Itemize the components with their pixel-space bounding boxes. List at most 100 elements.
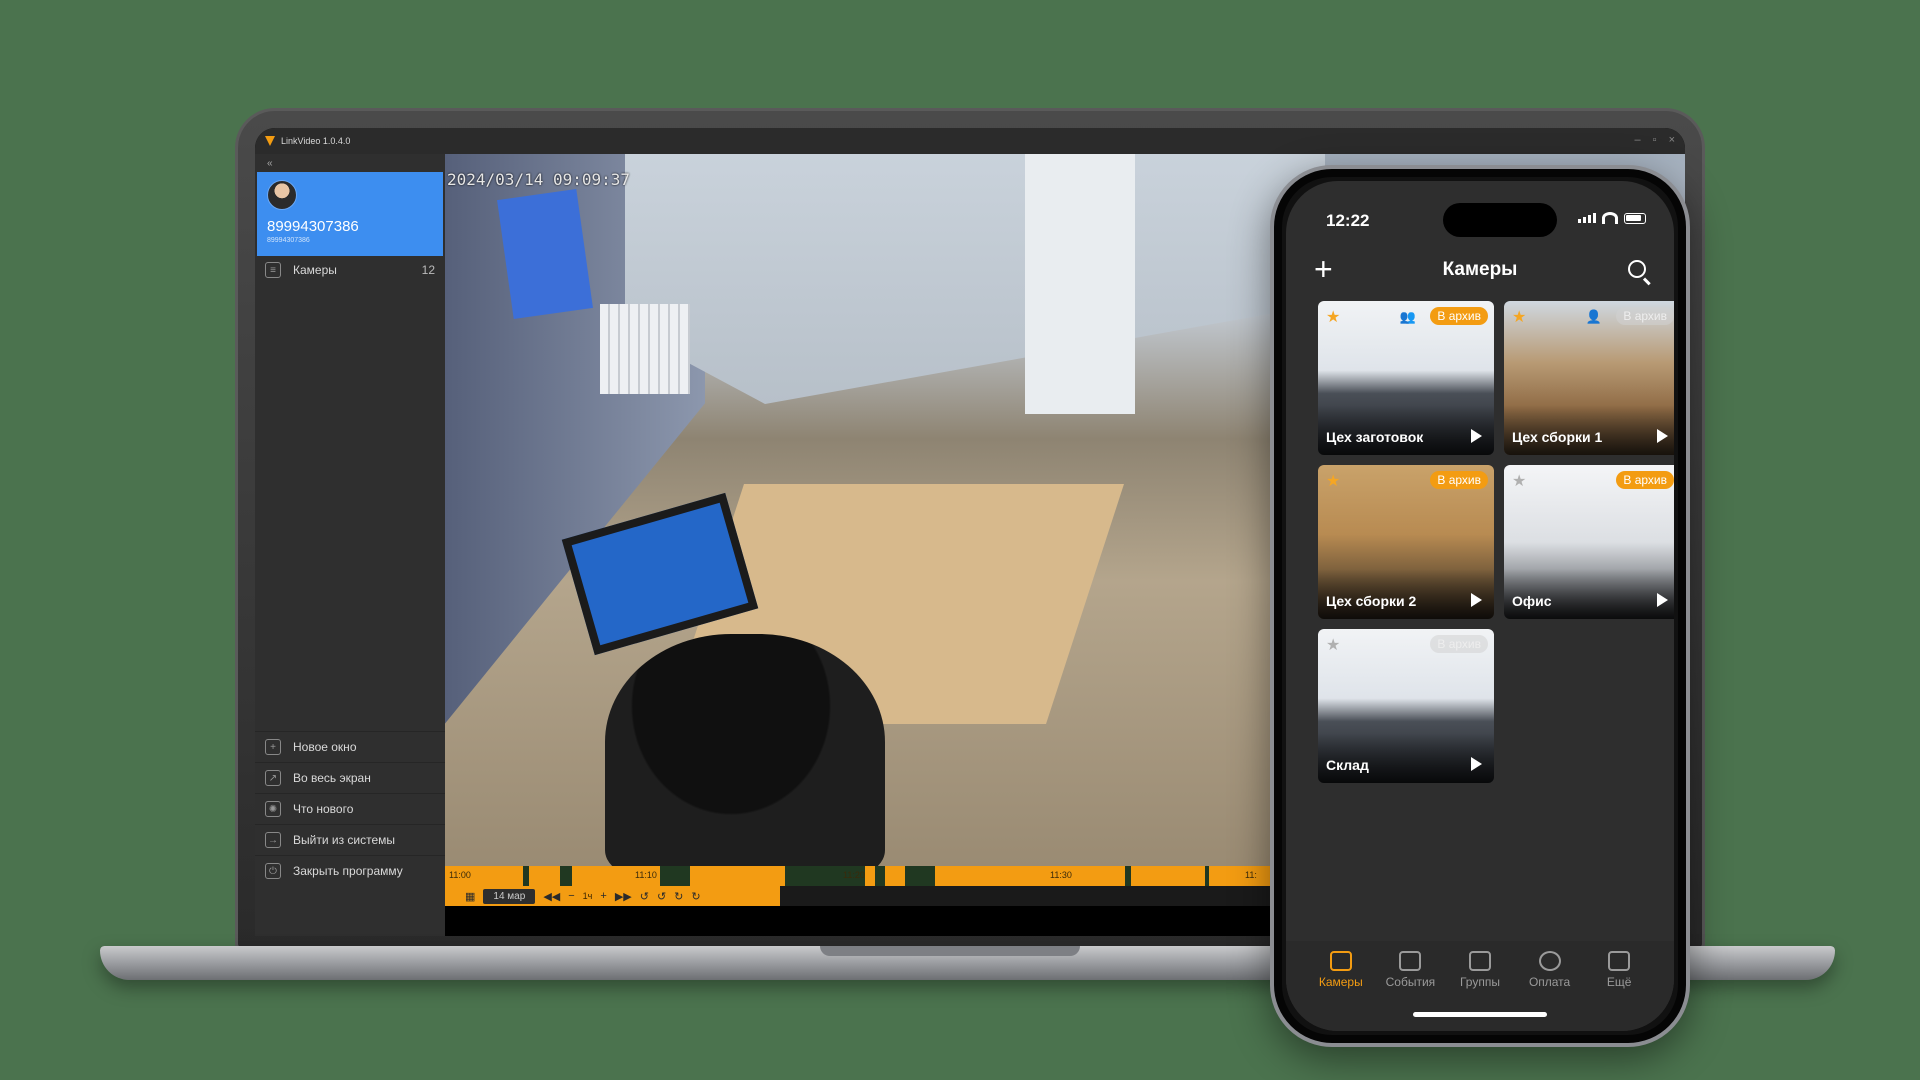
video-timestamp: 2024/03/14 09:09:37 xyxy=(447,170,631,189)
zoom-in-icon[interactable]: + xyxy=(600,890,606,902)
laptop-notch xyxy=(820,946,1080,956)
sidebar-bottom-menu: + Новое окно ↗ Во весь экран ✺ Что новог… xyxy=(255,731,445,886)
tab-groups[interactable]: Группы xyxy=(1448,951,1512,1031)
menu-close-app[interactable]: ⏻ Закрыть программу xyxy=(255,855,445,886)
timeline-gap xyxy=(560,866,572,886)
minimize-icon[interactable]: – xyxy=(1635,134,1641,146)
battery-icon xyxy=(1624,212,1646,224)
list-icon: ≡ xyxy=(265,262,281,278)
camera-icon xyxy=(1329,951,1352,971)
menu-label: Закрыть программу xyxy=(293,864,403,878)
sidebar: « 89994307386 89994307386 ≡ Камеры 12 + … xyxy=(255,154,445,936)
rewind-icon[interactable]: ◀◀ xyxy=(543,890,560,903)
timeline-gap xyxy=(905,866,935,886)
archive-badge[interactable]: В архив xyxy=(1430,471,1488,489)
app-logo-icon xyxy=(265,136,275,146)
play-icon[interactable] xyxy=(1471,429,1482,443)
timeline-tick: 11:20 xyxy=(843,870,865,880)
menu-label: Во весь экран xyxy=(293,771,371,785)
menu-logout[interactable]: → Выйти из системы xyxy=(255,824,445,855)
video-radiator xyxy=(600,304,690,394)
home-indicator xyxy=(1413,1012,1547,1017)
sun-icon: ✺ xyxy=(265,801,281,817)
tab-more[interactable]: Ещё xyxy=(1587,951,1651,1031)
star-icon[interactable]: ★ xyxy=(1326,635,1340,655)
sidebar-item-label: Камеры xyxy=(293,263,337,277)
timeline-gap xyxy=(660,866,690,886)
wifi-icon xyxy=(1602,212,1618,224)
play-icon[interactable] xyxy=(1657,429,1668,443)
star-icon[interactable]: ★ xyxy=(1512,471,1526,491)
timeline-gap xyxy=(1125,866,1131,886)
menu-new-window[interactable]: + Новое окно xyxy=(255,731,445,762)
tab-payment[interactable]: Оплата xyxy=(1518,951,1582,1031)
timeline-gap xyxy=(875,866,885,886)
timeline-date[interactable]: 14 мар xyxy=(483,888,536,904)
star-icon[interactable]: ★ xyxy=(1326,471,1340,491)
play-icon[interactable] xyxy=(1657,593,1668,607)
tab-label: События xyxy=(1385,975,1436,989)
timeline-tick: 11:10 xyxy=(635,870,657,880)
phone-screen: 12:22 + Камеры ★ 👥 В архив Цех заготовок xyxy=(1286,181,1674,1031)
menu-label: Новое окно xyxy=(293,740,357,754)
tab-cameras[interactable]: Камеры xyxy=(1309,951,1373,1031)
camera-count: 12 xyxy=(421,263,435,277)
timeline-tick: 11:00 xyxy=(449,870,471,880)
ruble-icon xyxy=(1538,951,1561,971)
camera-name: Офис xyxy=(1512,593,1552,609)
avatar xyxy=(267,180,297,210)
dynamic-island xyxy=(1443,203,1557,237)
camera-grid: ★ 👥 В архив Цех заготовок ★ 👤 В архив Це… xyxy=(1318,301,1674,783)
menu-whats-new[interactable]: ✺ Что нового xyxy=(255,793,445,824)
star-icon[interactable]: ★ xyxy=(1512,307,1526,327)
camera-card[interactable]: ★ 👥 В архив Цех заготовок xyxy=(1318,301,1494,455)
tab-events[interactable]: События xyxy=(1378,951,1442,1031)
page-title: Камеры xyxy=(1442,259,1518,280)
camera-card[interactable]: ★ В архив Цех сборки 2 xyxy=(1318,465,1494,619)
maximize-icon[interactable]: ▫ xyxy=(1653,134,1657,146)
search-icon[interactable] xyxy=(1628,260,1646,278)
tab-label: Камеры xyxy=(1318,975,1363,989)
camera-name: Цех заготовок xyxy=(1326,429,1424,445)
video-pillar xyxy=(1025,154,1135,414)
play-icon[interactable] xyxy=(1471,593,1482,607)
menu-label: Выйти из системы xyxy=(293,833,396,847)
camera-card[interactable]: ★ В архив Склад xyxy=(1318,629,1494,783)
archive-badge[interactable]: В архив xyxy=(1616,471,1674,489)
signal-icon xyxy=(1578,213,1596,223)
timeline-tick: 11: xyxy=(1245,870,1257,880)
archive-badge[interactable]: В архив xyxy=(1430,307,1488,325)
power-icon: ⏻ xyxy=(265,863,281,879)
zoom-out-icon[interactable]: − xyxy=(568,890,574,902)
camera-card[interactable]: ★ 👤 В архив Цех сборки 1 xyxy=(1504,301,1674,455)
profile-name: 89994307386 xyxy=(267,218,359,235)
step-back-icon[interactable]: ↺ xyxy=(640,890,649,903)
tab-label: Группы xyxy=(1459,975,1500,989)
status-icons xyxy=(1578,212,1646,224)
play-icon[interactable] xyxy=(1471,757,1482,771)
archive-badge[interactable]: В архив xyxy=(1616,307,1674,325)
timeline-controls: ▦ 14 мар ◀◀ − 1ч + ▶▶ ↺ ↺ ↻ ↻ xyxy=(445,886,780,906)
step-forward-icon[interactable]: ↻ xyxy=(674,890,683,903)
fast-forward-icon[interactable]: ▶▶ xyxy=(615,890,632,903)
profile-card[interactable]: 89994307386 89994307386 xyxy=(257,172,443,256)
tab-label: Оплата xyxy=(1528,975,1571,989)
collapse-sidebar-button[interactable]: « xyxy=(255,154,445,172)
step-back-icon[interactable]: ↺ xyxy=(657,890,666,903)
sidebar-item-cameras[interactable]: ≡ Камеры 12 xyxy=(255,256,445,284)
status-time: 12:22 xyxy=(1326,211,1370,230)
app-titlebar: LinkVideo 1.0.4.0 – ▫ × xyxy=(255,128,1685,154)
camera-card[interactable]: ★ В архив Офис xyxy=(1504,465,1674,619)
step-forward-icon[interactable]: ↻ xyxy=(691,890,700,903)
phone: 12:22 + Камеры ★ 👥 В архив Цех заготовок xyxy=(1270,165,1690,1047)
star-icon[interactable]: ★ xyxy=(1326,307,1340,327)
calendar-icon[interactable]: ▦ xyxy=(465,890,475,903)
archive-badge[interactable]: В архив xyxy=(1430,635,1488,653)
grid-icon xyxy=(1608,951,1631,971)
close-icon[interactable]: × xyxy=(1669,134,1675,146)
menu-fullscreen[interactable]: ↗ Во весь экран xyxy=(255,762,445,793)
phone-header: + Камеры xyxy=(1286,251,1674,291)
timeline-gap xyxy=(1205,866,1209,886)
profile-subtitle: 89994307386 xyxy=(267,237,310,244)
timeline-zoom: 1ч xyxy=(582,891,593,901)
